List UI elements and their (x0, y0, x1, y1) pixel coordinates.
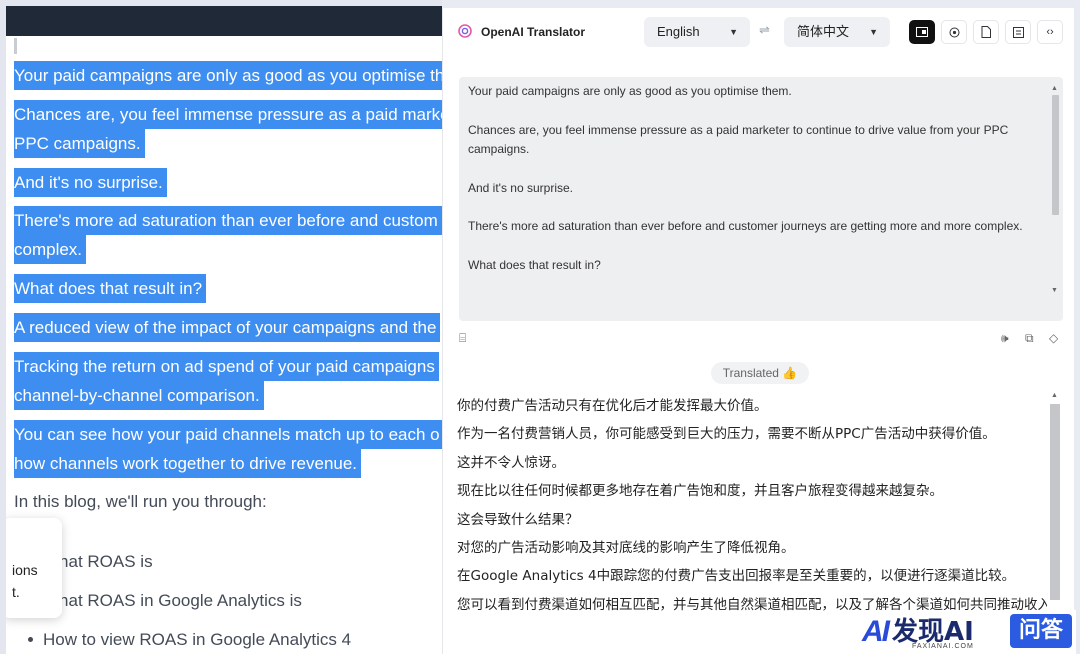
translation-output[interactable]: 你的付费广告活动只有在优化后才能发挥最大价值。 作为一名付费营销人员，你可能感受… (443, 386, 1075, 626)
source-paragraph: What does that result in? (468, 257, 601, 272)
article-page: Your paid campaigns are only as good as … (0, 0, 442, 654)
swap-icon[interactable]: ⇌ (759, 22, 770, 38)
watermark-logo: AI 发现AI FAXIANAI.COM 问答 (852, 610, 1076, 654)
speaker-icon[interactable]: 🕪 (1001, 331, 1009, 346)
source-actions: ⌸ 🕪 ⧉ ◇ (459, 331, 1063, 347)
floating-popup[interactable]: ions t. (6, 518, 62, 618)
text-cursor (14, 38, 17, 54)
selected-line[interactable]: What does that result in? (14, 274, 207, 304)
bullet-list: What ROAS is What ROAS in Google Analyti… (28, 542, 351, 654)
list-item[interactable]: How to view ROAS in Google Analytics 4 (28, 620, 351, 654)
translated-line: 对您的广告活动影响及其对底线的影响产生了降低视角。 (457, 540, 795, 557)
watermark-brand: 发现AI (892, 617, 974, 647)
source-language-select[interactable]: English ▼ (644, 17, 750, 47)
source-scrollbar[interactable]: ▲ ▼ (1051, 85, 1060, 297)
chevron-down-icon: ▼ (869, 27, 878, 37)
status-badge: Translated 👍 (711, 362, 809, 384)
selected-line[interactable]: There's more ad saturation than ever bef… (14, 206, 442, 236)
translated-line: 这会导致什么结果？ (457, 511, 579, 528)
source-paragraph: Your paid campaigns are only as good as … (468, 84, 792, 98)
scroll-up-icon[interactable]: ▲ (1051, 392, 1058, 399)
translated-line: 你的付费广告活动只有在优化后才能发挥最大价值。 (457, 398, 768, 414)
list-item[interactable]: What ROAS in Google Analytics is (28, 581, 351, 620)
bullet-dot-icon (28, 637, 33, 642)
app-title: OpenAI Translator (481, 25, 586, 39)
scroll-down-icon[interactable]: ▼ (1051, 287, 1058, 294)
output-scrollbar[interactable]: ▲ (1049, 392, 1061, 624)
selected-line[interactable]: A reduced view of the impact of your cam… (14, 312, 441, 342)
keyboard-icon[interactable]: ⌸ (459, 331, 466, 346)
translator-panel: OpenAI Translator English ▼ ⇌ 简体中文 ▼ ‹› … (442, 8, 1074, 654)
chevron-down-icon: ▼ (729, 27, 738, 37)
copy-icon[interactable]: ⧉ (1025, 331, 1034, 346)
article-body[interactable]: Your paid campaigns are only as good as … (14, 61, 442, 526)
target-language-select[interactable]: 简体中文 ▼ (784, 17, 890, 47)
source-paragraph: And it's no surprise. (468, 180, 574, 195)
watermark-qa-badge: 问答 (1010, 614, 1072, 648)
translated-line: 这并不令人惊讶。 (457, 454, 565, 471)
openai-logo-icon (458, 24, 472, 38)
popup-text: t. (12, 584, 20, 600)
translated-line: 在Google Analytics 4中跟踪您的付费广告支出回报率是至关重要的，… (457, 568, 1016, 585)
list-item[interactable]: What ROAS is (28, 542, 351, 581)
watermark-domain: FAXIANAI.COM (912, 643, 974, 650)
screen: Your paid campaigns are only as good as … (0, 0, 1080, 654)
document-icon[interactable] (973, 20, 999, 44)
selected-line[interactable]: And it's no surprise. (14, 167, 167, 197)
translated-line: 作为一名付费营销人员，你可能感受到巨大的压力，需要不断从PPC广告活动中获得价值… (457, 426, 996, 443)
scrollbar-thumb[interactable] (1050, 404, 1060, 600)
source-text-area[interactable]: Your paid campaigns are only as good as … (459, 77, 1063, 321)
translated-line: 现在比以往任何时候都更多地存在着广告饱和度，并且客户旅程变得越来越复杂。 (457, 483, 943, 500)
eraser-icon[interactable]: ◇ (1049, 331, 1058, 345)
watermark-ai-mark: AI (862, 615, 890, 648)
translator-header: OpenAI Translator English ▼ ⇌ 简体中文 ▼ ‹› (443, 8, 1075, 56)
selected-line[interactable]: Tracking the return on ad spend of your … (14, 351, 439, 381)
article-top-bar (6, 6, 442, 36)
settings-icon[interactable] (941, 20, 967, 44)
source-paragraph: There's more ad saturation than ever bef… (468, 219, 1023, 233)
selected-line[interactable]: Your paid campaigns are only as good as … (14, 61, 442, 90)
selected-line[interactable]: channel-by-channel comparison. (14, 380, 264, 410)
code-icon[interactable]: ‹› (1037, 20, 1063, 44)
window-icon[interactable] (909, 20, 935, 44)
selected-line[interactable]: PPC campaigns. (14, 128, 145, 158)
selected-line[interactable]: You can see how your paid channels match… (14, 419, 442, 449)
scroll-up-icon[interactable]: ▲ (1051, 85, 1058, 92)
note-icon[interactable] (1005, 20, 1031, 44)
selected-line[interactable]: how channels work together to drive reve… (14, 448, 362, 478)
selected-line[interactable]: complex. (14, 235, 87, 265)
scrollbar-thumb[interactable] (1052, 95, 1059, 215)
selected-line[interactable]: Chances are, you feel immense pressure a… (14, 99, 442, 129)
popup-text: ions (12, 562, 38, 578)
intro-text: In this blog, we'll run you through: (14, 492, 267, 512)
source-paragraph: Chances are, you feel immense pressure a… (468, 122, 1009, 157)
